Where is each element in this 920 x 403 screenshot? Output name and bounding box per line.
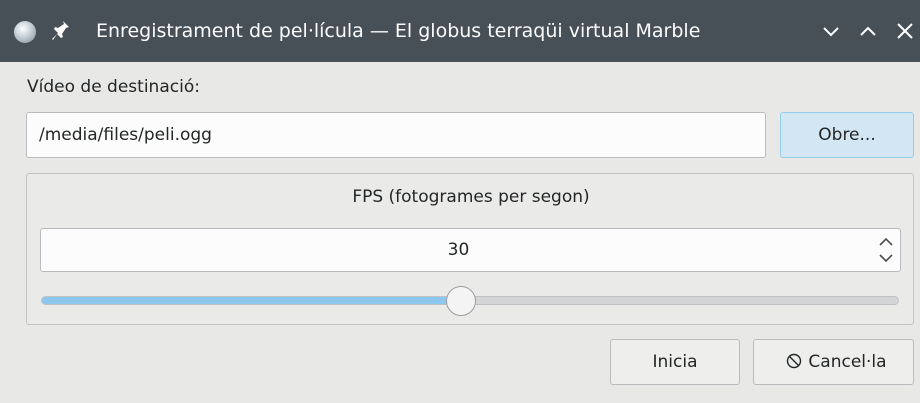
destination-label: Vídeo de destinació: — [27, 77, 200, 97]
title-bar[interactable]: Enregistrament de pel·lícula — El globus… — [0, 0, 920, 62]
fps-spinbox[interactable]: 30 — [40, 228, 901, 272]
close-icon[interactable] — [894, 18, 916, 44]
destination-path-input[interactable] — [26, 112, 766, 158]
spin-arrows-icon[interactable] — [876, 234, 896, 266]
fps-slider[interactable] — [41, 286, 899, 316]
cancel-icon — [787, 353, 802, 369]
fps-title: FPS (fotogrames per segon) — [352, 187, 590, 207]
fps-group: FPS (fotogrames per segon) 30 — [26, 173, 914, 325]
pin-icon[interactable] — [50, 18, 72, 44]
cancel-button[interactable]: Cancel·la — [753, 339, 914, 385]
maximize-icon[interactable] — [857, 18, 879, 44]
start-button[interactable]: Inicia — [610, 339, 740, 385]
slider-handle[interactable] — [446, 286, 477, 316]
minimize-icon[interactable] — [820, 18, 842, 44]
window-title: Enregistrament de pel·lícula — El globus… — [96, 20, 701, 42]
open-button[interactable]: Obre... — [780, 112, 914, 158]
cancel-label: Cancel·la — [808, 352, 887, 372]
slider-fill — [42, 297, 463, 304]
marble-app-icon[interactable] — [14, 21, 36, 43]
fps-value[interactable]: 30 — [41, 229, 876, 271]
